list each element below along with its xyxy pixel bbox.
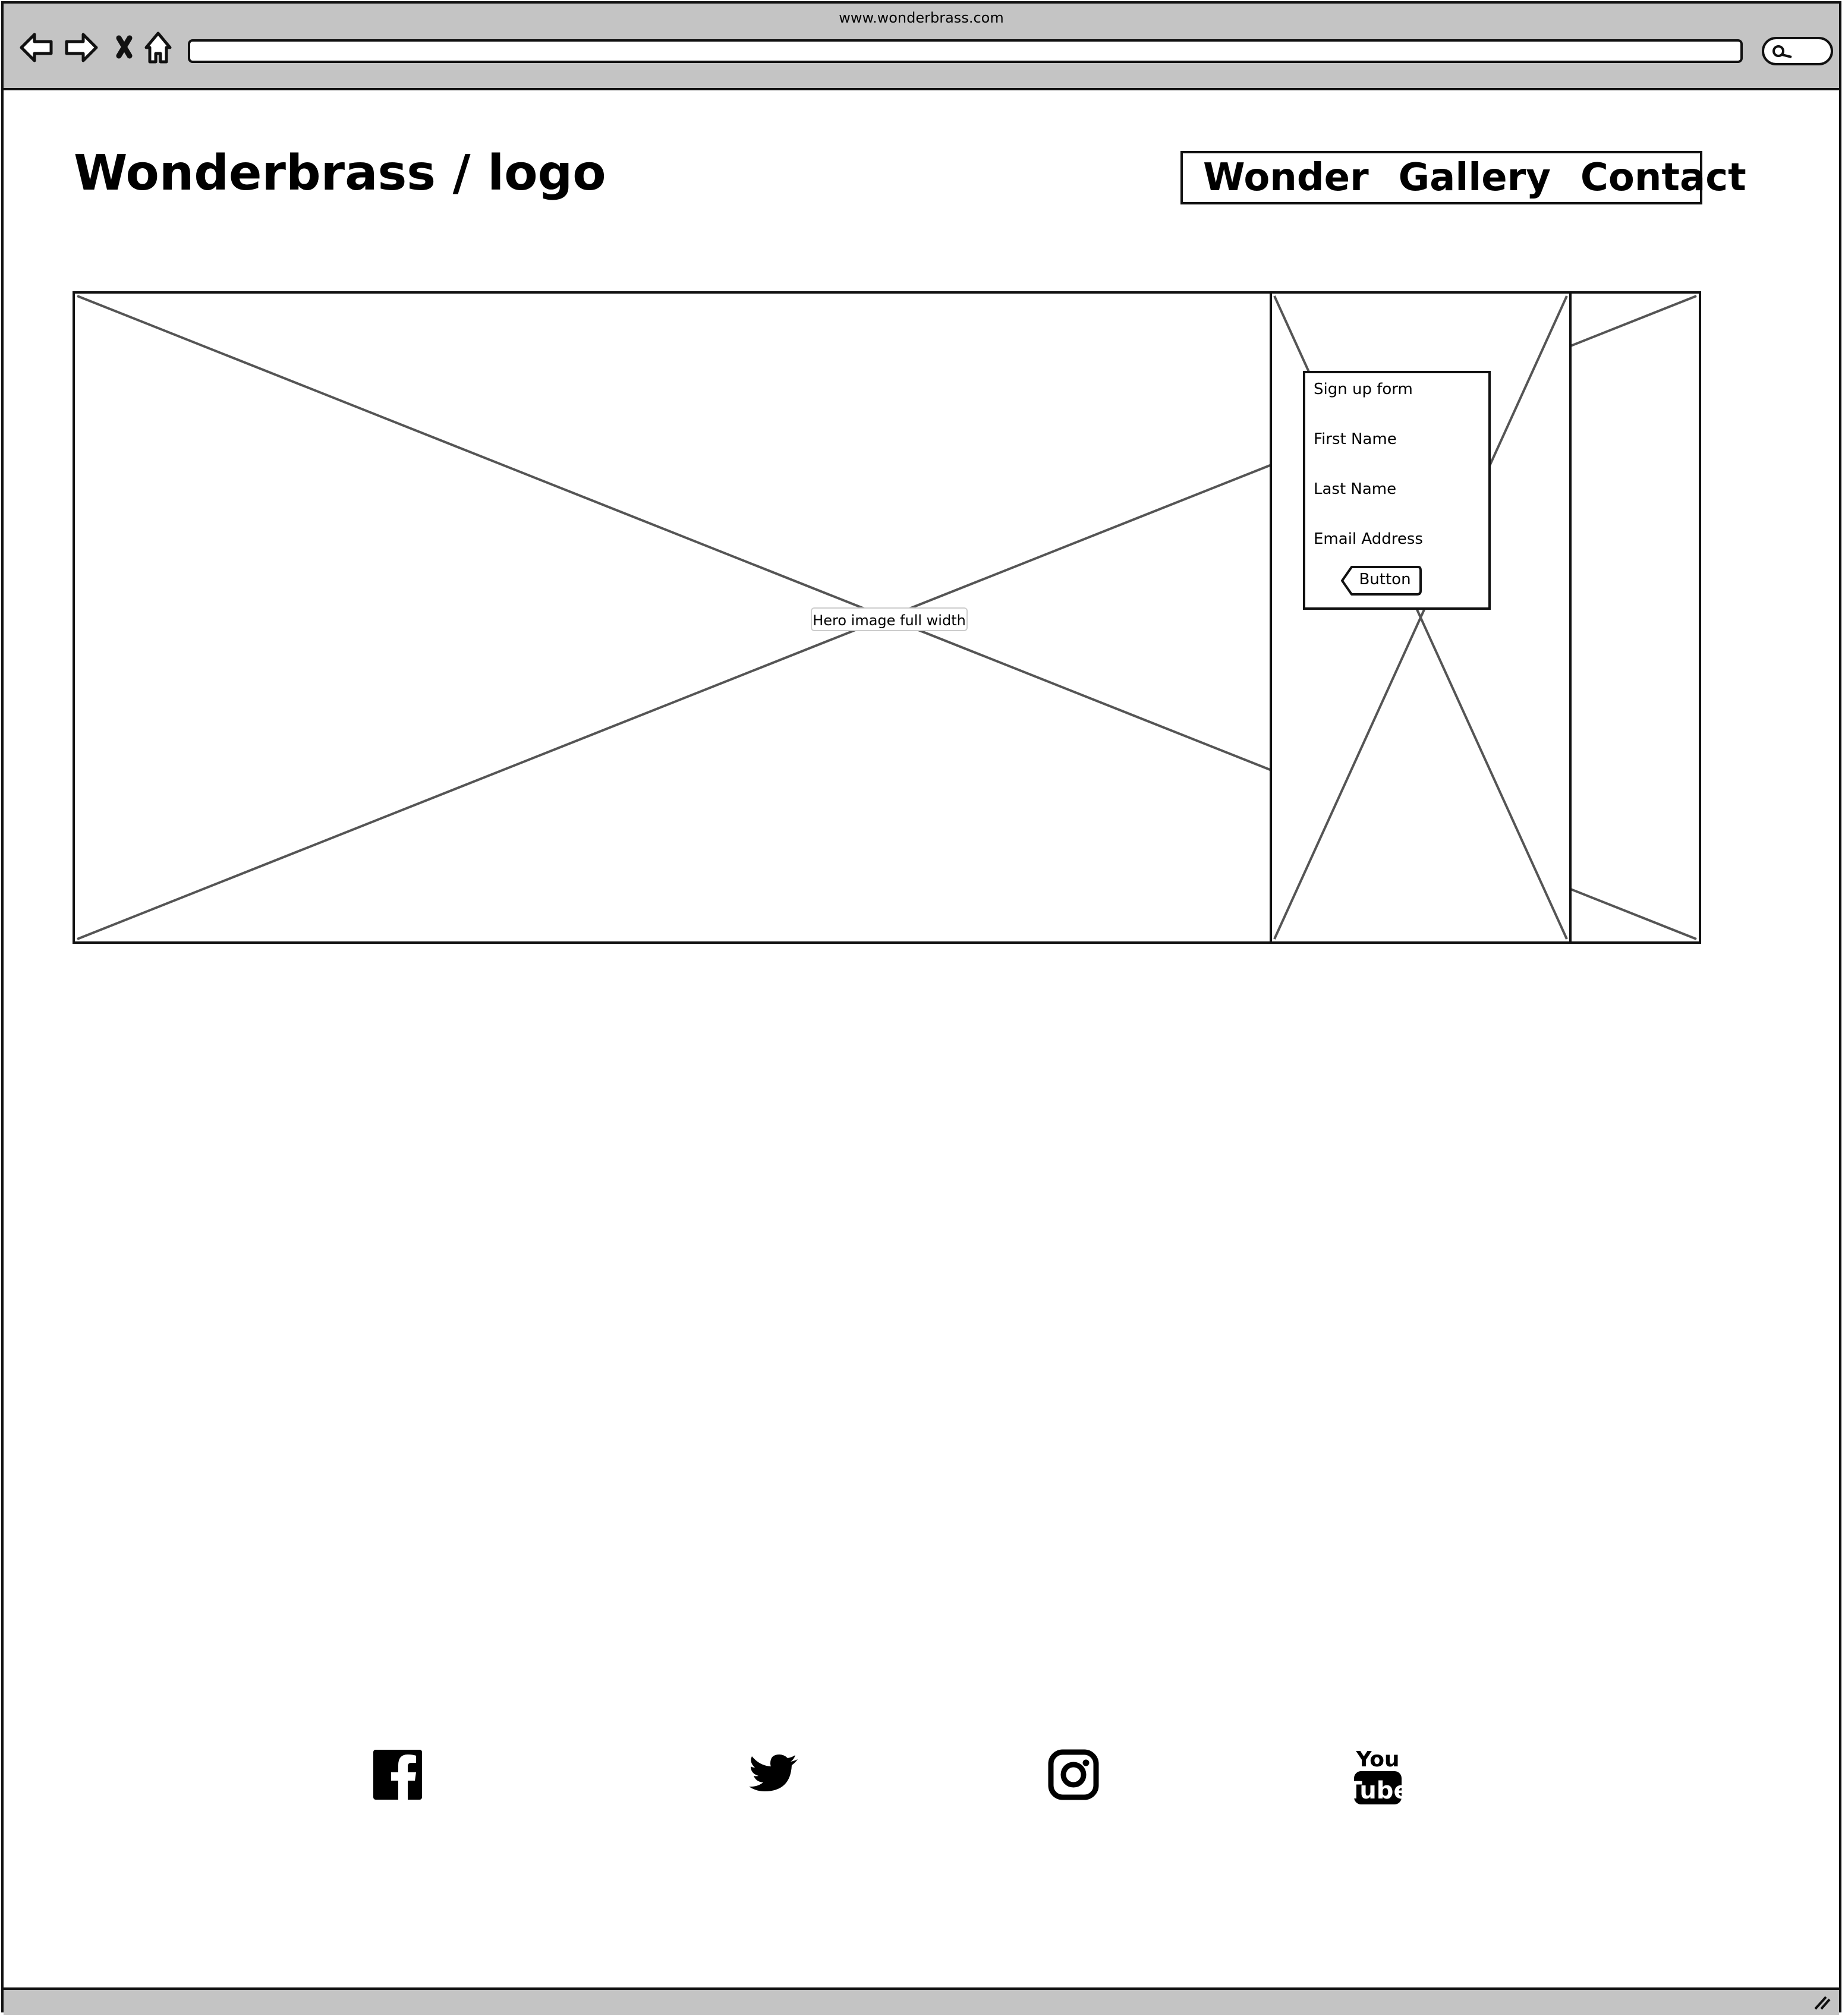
facebook-icon[interactable]: [372, 1745, 426, 1804]
signup-form: Sign up form First Name Last Name Email …: [1303, 371, 1491, 610]
signup-button-label: Button: [1359, 571, 1411, 588]
hero-image: [73, 291, 1701, 944]
first-name-field[interactable]: First Name: [1314, 430, 1397, 448]
hero-label: Hero image full width: [811, 607, 968, 631]
youtube-icon[interactable]: You Tube: [1353, 1745, 1406, 1804]
resize-grip-icon[interactable]: [1813, 1995, 1831, 2010]
browser-statusbar: [4, 1987, 1839, 2015]
twitter-icon[interactable]: [747, 1745, 800, 1804]
svg-text:Tube: Tube: [1353, 1777, 1406, 1804]
signup-button[interactable]: Button: [1340, 565, 1423, 597]
signup-title: Sign up form: [1314, 380, 1413, 398]
instagram-icon[interactable]: [1047, 1745, 1101, 1804]
svg-text:You: You: [1355, 1747, 1399, 1772]
last-name-field[interactable]: Last Name: [1314, 480, 1396, 498]
browser-window: www.wonderbrass.com Wonderbrass / logo W…: [1, 1, 1841, 2015]
email-field[interactable]: Email Address: [1314, 530, 1423, 548]
